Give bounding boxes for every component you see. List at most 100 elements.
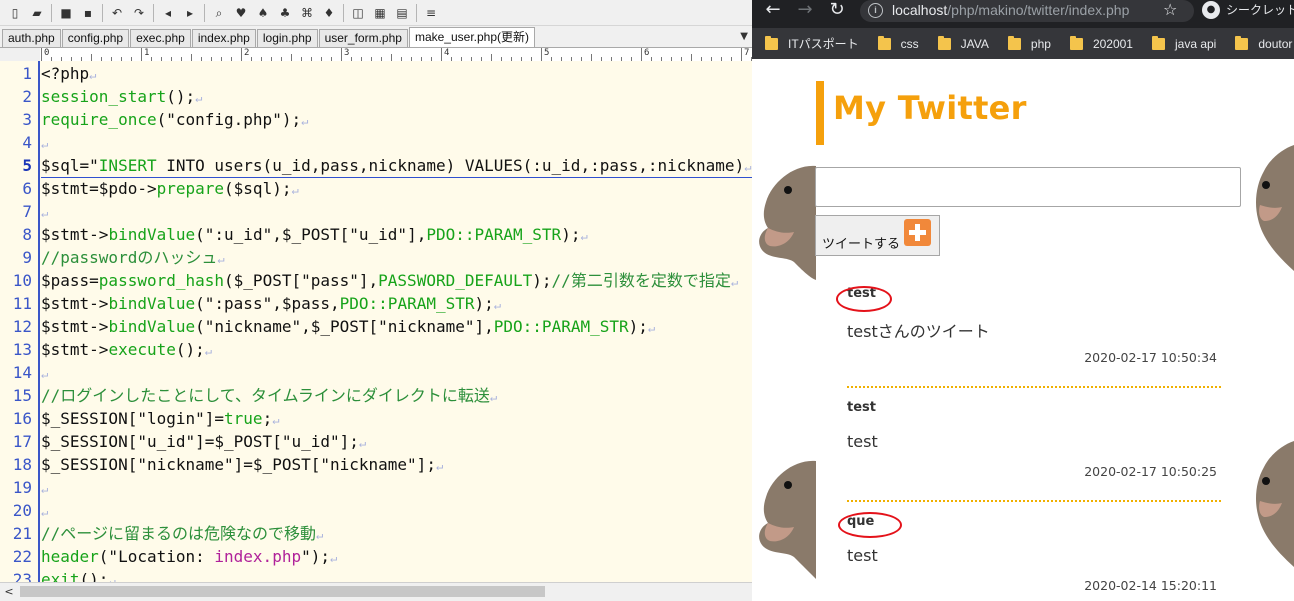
info-icon[interactable]: i xyxy=(868,3,883,18)
code-line[interactable]: $sql="INSERT INTO users(u_id,pass,nickna… xyxy=(41,154,752,178)
code-line[interactable]: $stmt->bindValue(":pass",$pass,PDO::PARA… xyxy=(41,292,752,315)
line-break-mark-icon: ↵ xyxy=(330,551,338,565)
code-token: //ログインしたことにして、タイムラインにダイレクトに転送 xyxy=(41,386,490,405)
tab-dropdown-icon[interactable]: ▼ xyxy=(740,31,748,42)
folder-icon xyxy=(765,35,778,50)
incognito-indicator[interactable]: ● シークレット xyxy=(1200,0,1294,22)
line-break-mark-icon: ↵ xyxy=(291,183,299,197)
open-folder-icon[interactable]: ▰ xyxy=(28,4,46,22)
ruler-minor-tick xyxy=(691,54,692,61)
bookmark-star-icon[interactable]: ☆ xyxy=(1163,0,1177,20)
save-icon[interactable]: ■ xyxy=(57,4,75,22)
page-title: My Twitter xyxy=(833,89,1027,127)
code-token: PDO::PARAM_STR xyxy=(493,317,629,336)
tweet-post: test testさんのツイート 2020-02-17 10:50:34 xyxy=(847,286,1221,388)
code-line[interactable]: $stmt->bindValue(":u_id",$_POST["u_id"],… xyxy=(41,223,752,246)
redo-icon[interactable]: ↷ xyxy=(130,4,148,22)
post-timestamp: 2020-02-17 10:50:25 xyxy=(1084,464,1217,479)
settings-icon[interactable]: ≡ xyxy=(422,4,440,22)
search-icon[interactable]: ⌕ xyxy=(210,4,228,22)
code-line[interactable]: <?php↵ xyxy=(41,62,752,85)
toolbar-separator xyxy=(204,3,205,22)
bookmark-label: JAVA xyxy=(960,36,989,51)
split-icon[interactable]: ▤ xyxy=(393,4,411,22)
code-line[interactable]: ↵ xyxy=(41,361,752,384)
code-line[interactable]: ↵ xyxy=(41,476,752,499)
code-line[interactable]: $_SESSION["login"]=true;↵ xyxy=(41,407,752,430)
ruler-number: 6 xyxy=(644,48,650,58)
editor-tab[interactable]: make_user.php(更新) xyxy=(408,27,536,47)
code-line[interactable]: //passwordのハッシュ↵ xyxy=(41,246,752,269)
line-break-mark-icon: ↵ xyxy=(435,459,444,473)
code-token: prepare xyxy=(156,179,225,198)
code-line[interactable]: $_SESSION["u_id"]=$_POST["u_id"];↵ xyxy=(41,430,752,453)
outline-icon[interactable]: ◫ xyxy=(349,4,367,22)
code-line[interactable]: session_start();↵ xyxy=(41,85,752,108)
bookmark-item[interactable]: ITパスポート xyxy=(765,35,859,52)
code-line[interactable]: $_SESSION["nickname"]=$_POST["nickname"]… xyxy=(41,453,752,476)
code-token: (":u_id",$_POST["u_id"], xyxy=(195,225,427,244)
address-bar[interactable]: i localhost/php/makino/twitter/index.php xyxy=(860,0,1194,22)
code-line[interactable]: $pass=password_hash($_POST["pass"],PASSW… xyxy=(41,269,752,292)
line-number: 19 xyxy=(12,478,32,497)
bookmark-label: doutor xyxy=(1258,36,1293,51)
code-token: $stmt-> xyxy=(41,340,109,359)
forward-icon[interactable]: → xyxy=(793,0,817,22)
back-icon[interactable]: ← xyxy=(761,0,785,22)
code-line[interactable]: ↵ xyxy=(41,499,752,522)
code-line[interactable]: $stmt->bindValue("nickname",$_POST["nick… xyxy=(41,315,752,338)
editor-tab[interactable]: index.php xyxy=(191,29,256,47)
folder-icon xyxy=(877,35,891,50)
editor-tab[interactable]: user_form.php xyxy=(318,29,408,47)
line-break-mark-icon: ↵ xyxy=(108,574,116,582)
scrollbar-thumb[interactable] xyxy=(20,586,545,597)
bookmark-label: php xyxy=(1030,36,1051,51)
save-all-icon[interactable]: ▪ xyxy=(79,4,97,22)
horizontal-scrollbar[interactable]: < xyxy=(0,582,752,601)
editor-tab[interactable]: config.php xyxy=(61,29,130,47)
jump-icon[interactable]: ♦ xyxy=(320,4,338,22)
bookmark-item[interactable]: doutor xyxy=(1235,35,1293,51)
bookmark-item[interactable]: java api xyxy=(1151,35,1216,51)
replace-icon[interactable]: ♣ xyxy=(276,4,294,22)
search-next-icon[interactable]: ♥ xyxy=(232,4,250,22)
toolbar-separator xyxy=(343,3,344,22)
code-line[interactable]: exit();↵ xyxy=(41,568,752,582)
bookmark-item[interactable]: 202001 xyxy=(1069,35,1133,51)
ruler-tick xyxy=(641,48,642,61)
line-number: 7 xyxy=(22,202,32,221)
code-line[interactable]: ↵ xyxy=(41,131,752,154)
new-file-icon[interactable]: ▯ xyxy=(6,4,24,22)
line-number: 18 xyxy=(12,455,32,474)
code-area[interactable]: <?php↵ session_start();↵ require_once("con… xyxy=(40,61,752,582)
bookmark-item[interactable]: css xyxy=(877,35,919,51)
search-prev-icon[interactable]: ♠ xyxy=(254,4,272,22)
reload-icon[interactable]: ↻ xyxy=(825,0,849,22)
editor-tab[interactable]: exec.php xyxy=(130,29,191,47)
code-line[interactable]: $stmt->execute();↵ xyxy=(41,338,752,361)
bookmark-item[interactable]: JAVA xyxy=(937,35,989,51)
code-line[interactable]: require_once("config.php");↵ xyxy=(41,108,752,131)
code-line[interactable]: $stmt=$pdo->prepare($sql);↵ xyxy=(41,177,752,200)
code-line[interactable]: //ページに留まるのは危険なので移動↵ xyxy=(41,522,752,545)
folder-icon xyxy=(1069,35,1083,50)
code-token: ); xyxy=(628,317,648,336)
scroll-left-icon[interactable]: < xyxy=(2,584,16,600)
forward-icon[interactable]: ▸ xyxy=(181,4,199,22)
folder-icon xyxy=(1235,35,1249,50)
back-icon[interactable]: ◂ xyxy=(159,4,177,22)
code-line[interactable]: //ログインしたことにして、タイムラインにダイレクトに転送↵ xyxy=(41,384,752,407)
bookmark-item[interactable]: php xyxy=(1007,35,1051,51)
window-icon[interactable]: ▦ xyxy=(371,4,389,22)
undo-icon[interactable]: ↶ xyxy=(108,4,126,22)
column-ruler: 0 1 2 3 4 5 6 7 xyxy=(40,48,752,62)
tweet-button[interactable]: ツイートする xyxy=(815,215,940,256)
line-break-mark-icon: ↵ xyxy=(41,505,49,519)
code-token: PASSWORD_DEFAULT xyxy=(378,271,533,290)
grep-icon[interactable]: ⌘ xyxy=(298,4,316,22)
code-line[interactable]: header("Location: index.php");↵ xyxy=(41,545,752,568)
code-line[interactable]: ↵ xyxy=(41,200,752,223)
editor-tab[interactable]: auth.php xyxy=(2,29,61,47)
editor-tab[interactable]: login.php xyxy=(256,29,318,47)
tweet-textarea[interactable] xyxy=(815,167,1241,207)
